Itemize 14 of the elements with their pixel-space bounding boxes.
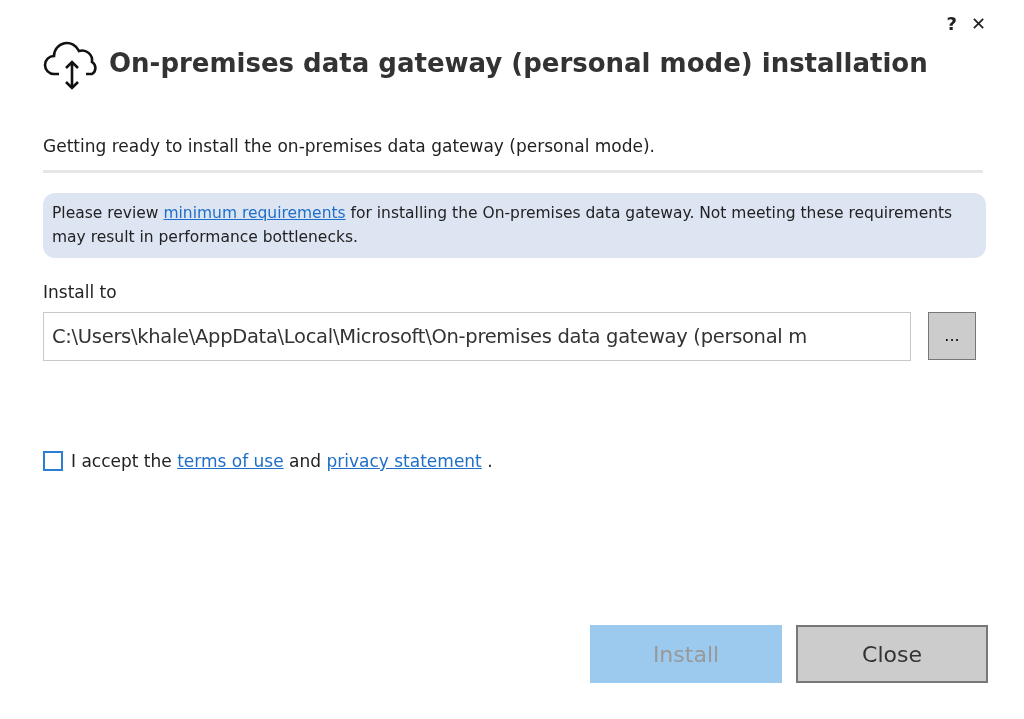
requirements-link[interactable]: minimum requirements — [163, 203, 346, 222]
window-title: On-premises data gateway (personal mode) installation — [109, 48, 928, 80]
install-to-label: Install to — [43, 281, 118, 305]
subtitle-text: Getting ready to install the on-premises data gateway (personal mode). — [43, 134, 983, 173]
browse-button[interactable]: ... — [928, 312, 976, 361]
install-path-field[interactable]: C:\Users\khale\AppData\Local\Microsoft\On-premises data gateway (personal m — [43, 311, 911, 361]
accept-terms-text: I accept the terms of use and privacy statement . — [71, 449, 493, 473]
requirements-notice: Please review minimum requirements for installing the On-premises data gateway. Not meeting these requirements may result in performance bottlenecks. — [43, 192, 986, 259]
close-dialog-button[interactable]: Close — [796, 625, 988, 683]
terms-link[interactable]: terms of use — [177, 450, 284, 471]
help-button[interactable]: ? — [946, 10, 957, 38]
accept-checkbox[interactable] — [43, 451, 63, 472]
close-button[interactable]: ✕ — [970, 10, 986, 38]
privacy-link[interactable]: privacy statement — [326, 450, 482, 471]
